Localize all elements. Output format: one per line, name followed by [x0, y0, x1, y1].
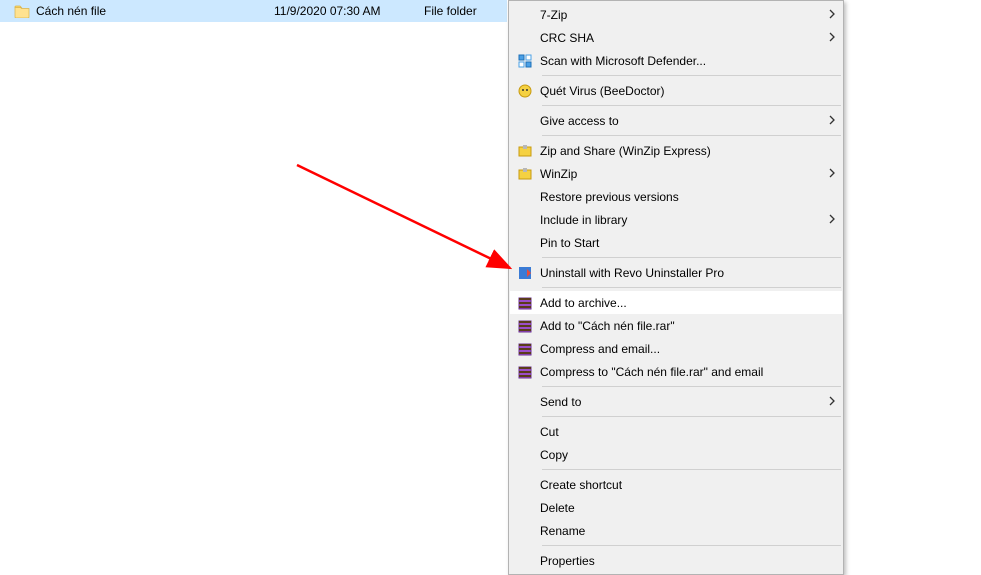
menu-include-library[interactable]: Include in library	[510, 208, 842, 231]
menu-compress-email[interactable]: Compress and email...	[510, 337, 842, 360]
menu-rename[interactable]: Rename	[510, 519, 842, 542]
menu-create-shortcut[interactable]: Create shortcut	[510, 473, 842, 496]
menu-defender[interactable]: Scan with Microsoft Defender...	[510, 49, 842, 72]
blank-icon	[514, 423, 536, 441]
menu-add-archive[interactable]: Add to archive...	[510, 291, 842, 314]
blank-icon	[514, 29, 536, 47]
blank-icon	[514, 476, 536, 494]
menu-pin-start[interactable]: Pin to Start	[510, 231, 842, 254]
menu-cut[interactable]: Cut	[510, 420, 842, 443]
annotation-arrow	[292, 160, 522, 280]
file-date: 11/9/2020 07:30 AM	[274, 4, 424, 18]
winrar-icon	[514, 294, 536, 312]
file-name: Cách nén file	[36, 4, 274, 18]
blank-icon	[514, 552, 536, 570]
menu-copy[interactable]: Copy	[510, 443, 842, 466]
blank-icon	[514, 522, 536, 540]
defender-icon	[514, 52, 536, 70]
winzip-icon	[514, 165, 536, 183]
chevron-right-icon	[820, 114, 836, 128]
menu-separator	[542, 469, 841, 470]
folder-icon	[14, 4, 30, 18]
menu-winzip[interactable]: WinZip	[510, 162, 842, 185]
menu-quet-virus[interactable]: Quét Virus (BeeDoctor)	[510, 79, 842, 102]
menu-give-access[interactable]: Give access to	[510, 109, 842, 132]
blank-icon	[514, 234, 536, 252]
blank-icon	[514, 112, 536, 130]
blank-icon	[514, 499, 536, 517]
chevron-right-icon	[820, 395, 836, 409]
context-menu: 7-Zip CRC SHA Scan with Microsoft Defend…	[508, 0, 844, 575]
winrar-icon	[514, 363, 536, 381]
chevron-right-icon	[820, 8, 836, 22]
blank-icon	[514, 211, 536, 229]
blank-icon	[514, 393, 536, 411]
menu-delete[interactable]: Delete	[510, 496, 842, 519]
menu-add-to-rar[interactable]: Add to "Cách nén file.rar"	[510, 314, 842, 337]
blank-icon	[514, 188, 536, 206]
winzip-icon	[514, 142, 536, 160]
menu-separator	[542, 386, 841, 387]
chevron-right-icon	[820, 167, 836, 181]
revo-icon	[514, 264, 536, 282]
winrar-icon	[514, 340, 536, 358]
beedoctor-icon	[514, 82, 536, 100]
blank-icon	[514, 6, 536, 24]
menu-separator	[542, 416, 841, 417]
menu-separator	[542, 75, 841, 76]
menu-compress-rar-email[interactable]: Compress to "Cách nén file.rar" and emai…	[510, 360, 842, 383]
menu-separator	[542, 545, 841, 546]
chevron-right-icon	[820, 31, 836, 45]
menu-separator	[542, 105, 841, 106]
file-type: File folder	[424, 4, 477, 18]
chevron-right-icon	[820, 213, 836, 227]
file-row[interactable]: Cách nén file 11/9/2020 07:30 AM File fo…	[0, 0, 507, 22]
menu-revo-uninstall[interactable]: Uninstall with Revo Uninstaller Pro	[510, 261, 842, 284]
menu-zip-and-share[interactable]: Zip and Share (WinZip Express)	[510, 139, 842, 162]
menu-send-to[interactable]: Send to	[510, 390, 842, 413]
menu-seven-zip[interactable]: 7-Zip	[510, 3, 842, 26]
winrar-icon	[514, 317, 536, 335]
menu-separator	[542, 287, 841, 288]
menu-crc-sha[interactable]: CRC SHA	[510, 26, 842, 49]
blank-icon	[514, 446, 536, 464]
menu-restore-previous[interactable]: Restore previous versions	[510, 185, 842, 208]
menu-separator	[542, 135, 841, 136]
menu-separator	[542, 257, 841, 258]
menu-properties[interactable]: Properties	[510, 549, 842, 572]
